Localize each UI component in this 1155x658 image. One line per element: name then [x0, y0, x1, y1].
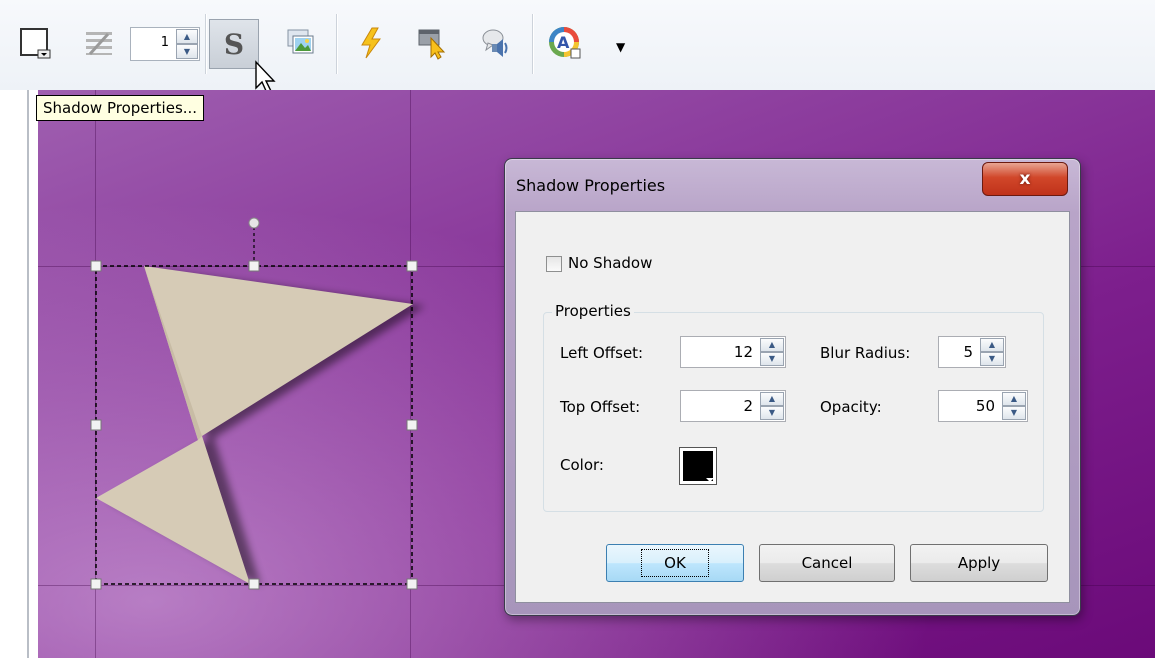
- blur-radius-value: 5: [963, 343, 973, 361]
- toolbar: 1 ▲ ▼ S A ▼: [0, 0, 1155, 90]
- toolbar-separator: [205, 14, 207, 74]
- picture-button[interactable]: [280, 22, 322, 64]
- rotation-handle[interactable]: [248, 217, 260, 229]
- lightning-icon: [361, 27, 381, 59]
- close-icon: x: [1019, 169, 1031, 189]
- sound-icon: [482, 29, 508, 57]
- spin-down-arrow-icon[interactable]: ▼: [980, 352, 1004, 366]
- spin-up-arrow-icon[interactable]: ▲: [176, 29, 198, 44]
- spin-up-arrow-icon[interactable]: ▲: [760, 338, 784, 352]
- blur-radius-spinner[interactable]: 5 ▲ ▼: [938, 336, 1006, 368]
- color-picker-button[interactable]: [679, 447, 717, 485]
- line-width-spinner[interactable]: 1 ▲ ▼: [130, 27, 200, 61]
- left-gutter: [0, 90, 28, 658]
- left-offset-spinner[interactable]: 12 ▲ ▼: [680, 336, 786, 368]
- left-offset-value: 12: [733, 343, 753, 361]
- svg-text:A: A: [557, 33, 570, 52]
- top-offset-spinner[interactable]: 2 ▲ ▼: [680, 390, 786, 422]
- top-offset-label: Top Offset:: [560, 398, 641, 416]
- shape-outline-icon: [20, 28, 51, 59]
- selected-shape[interactable]: [96, 266, 413, 584]
- pointer-icon: [418, 29, 446, 60]
- opacity-spinner[interactable]: 50 ▲ ▼: [938, 390, 1028, 422]
- lightning-button[interactable]: [350, 22, 392, 64]
- properties-group-title: Properties: [552, 302, 634, 320]
- color-dropdown-arrow-icon[interactable]: ▼: [616, 40, 625, 54]
- no-shadow-checkbox[interactable]: [546, 256, 562, 272]
- tooltip: Shadow Properties...: [36, 95, 205, 121]
- ok-button-label: OK: [641, 549, 709, 577]
- left-offset-label: Left Offset:: [560, 344, 644, 362]
- spin-up-arrow-icon[interactable]: ▲: [980, 338, 1004, 352]
- spin-down-arrow-icon[interactable]: ▼: [176, 44, 198, 59]
- spin-down-arrow-icon[interactable]: ▼: [760, 352, 784, 366]
- shadow-properties-dialog: Shadow Properties x No Shadow Properties…: [504, 158, 1081, 616]
- shadow-properties-button[interactable]: S: [209, 19, 259, 69]
- toolbar-separator: [336, 14, 338, 74]
- picture-icon: [287, 29, 314, 54]
- apply-button-label: Apply: [957, 554, 1001, 572]
- line-style-button[interactable]: [78, 22, 120, 64]
- spin-down-arrow-icon[interactable]: ▼: [760, 406, 784, 420]
- line-width-value: 1: [160, 35, 169, 50]
- spin-up-arrow-icon[interactable]: ▲: [760, 392, 784, 406]
- spin-down-arrow-icon[interactable]: ▼: [1002, 406, 1026, 420]
- color-wheel-icon: A: [549, 27, 581, 59]
- color-swatch-fill: [683, 451, 714, 482]
- opacity-label: Opacity:: [820, 398, 882, 416]
- close-button[interactable]: x: [982, 162, 1068, 196]
- shape-outline-button[interactable]: [14, 22, 56, 64]
- blur-radius-label: Blur Radius:: [820, 344, 911, 362]
- top-offset-value: 2: [743, 397, 753, 415]
- gutter-divider: [27, 90, 29, 658]
- dialog-client-area: No Shadow Properties Left Offset: 12 ▲ ▼…: [515, 211, 1070, 603]
- cancel-button-label: Cancel: [801, 554, 853, 572]
- no-shadow-label[interactable]: No Shadow: [568, 254, 652, 272]
- apply-button[interactable]: Apply: [910, 544, 1048, 582]
- opacity-value: 50: [975, 397, 995, 415]
- cancel-button[interactable]: Cancel: [759, 544, 895, 582]
- line-style-icon: [86, 32, 112, 56]
- dialog-title: Shadow Properties: [516, 176, 666, 195]
- shadow-s-icon: S: [223, 27, 245, 61]
- ok-button[interactable]: OK: [606, 544, 744, 582]
- pointer-button[interactable]: [412, 22, 454, 64]
- color-label: Color:: [560, 456, 604, 474]
- color-button[interactable]: A: [544, 22, 586, 64]
- toolbar-separator: [532, 14, 534, 74]
- sound-button[interactable]: [474, 22, 516, 64]
- spin-up-arrow-icon[interactable]: ▲: [1002, 392, 1026, 406]
